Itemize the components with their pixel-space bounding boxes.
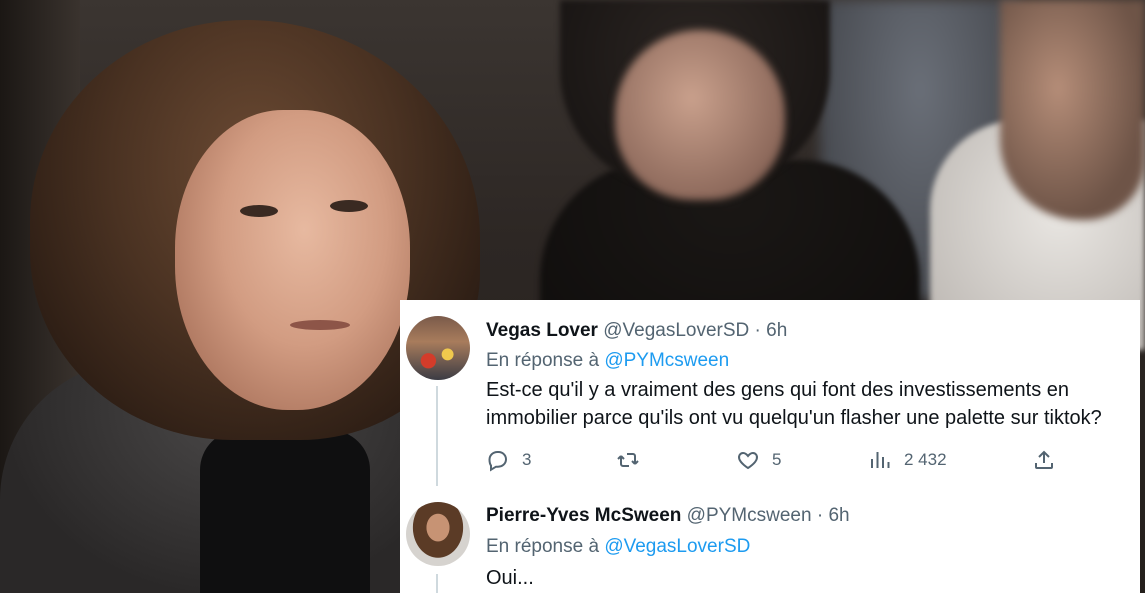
foreground-man-left-eye <box>240 205 278 217</box>
tweet-header: Pierre-Yves McSween @PYMcsween · 6h <box>486 505 850 527</box>
background-man-face <box>1000 0 1145 220</box>
author-name[interactable]: Pierre-Yves McSween <box>486 505 681 526</box>
author-handle[interactable]: @PYMcsween <box>687 505 812 526</box>
background-woman-face <box>615 30 785 200</box>
foreground-man-right-eye <box>330 200 368 212</box>
tweet-pierre-yves-mcsween[interactable]: Pierre-Yves McSween @PYMcsween · 6h En r… <box>400 300 1140 593</box>
dot-separator: · <box>811 505 829 526</box>
reply-to-link[interactable]: @VegasLoverSD <box>604 536 750 557</box>
avatar[interactable] <box>406 502 470 566</box>
tweet-time[interactable]: 6h <box>828 505 849 526</box>
thread-connector-line <box>436 574 438 593</box>
reply-context: En réponse à @VegasLoverSD <box>486 536 750 558</box>
foreground-man-mouth <box>290 320 350 330</box>
foreground-man-shirt <box>200 430 370 593</box>
reply-prefix: En réponse à <box>486 536 605 557</box>
tweet-text: Oui... <box>486 564 1136 592</box>
foreground-man-face <box>175 110 410 410</box>
tweet-thread-card: Vegas Lover @VegasLoverSD · 6h En répons… <box>400 300 1140 593</box>
tweet-text-line: Oui... <box>486 567 534 589</box>
